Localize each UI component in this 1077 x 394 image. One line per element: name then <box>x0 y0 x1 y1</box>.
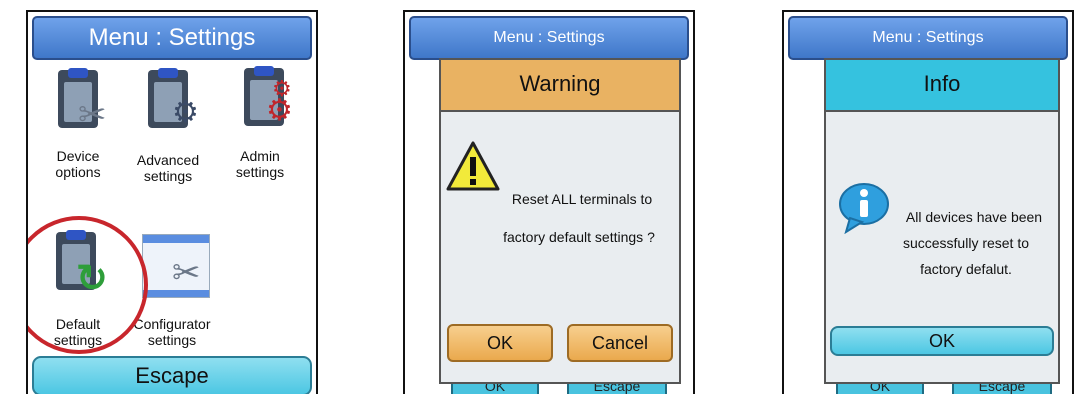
dialog-title: Warning <box>441 60 679 112</box>
warning-screen: Menu : Settings OK Escape Warning Reset … <box>403 10 695 394</box>
warning-message-line2: factory default settings ? <box>503 229 655 245</box>
screen-title: Menu : Settings <box>788 16 1068 60</box>
settings-menu-screen: Menu : Settings ✂ Device options ⚙ Advan… <box>26 10 318 394</box>
cancel-button[interactable]: Cancel <box>567 324 673 362</box>
info-message-line1: All devices have been <box>905 209 1043 225</box>
warning-icon <box>446 141 500 191</box>
escape-button[interactable]: Escape <box>32 356 312 394</box>
dialog-title: Info <box>826 60 1058 112</box>
admin-settings-tile[interactable]: ⚙ ⚙ Admin settings <box>220 66 300 188</box>
info-icon <box>839 183 889 234</box>
info-dialog: Info All devices have been successfully … <box>824 58 1060 384</box>
device-options-tile[interactable]: ✂ Device options <box>38 68 118 188</box>
ok-button[interactable]: OK <box>447 324 553 362</box>
gear-icon: ⚙ <box>172 96 199 129</box>
gear-icon: ⚙ <box>266 94 293 127</box>
warning-message: Reset ALL terminals to <box>511 191 653 207</box>
wrench-icon: ✂ <box>78 96 107 134</box>
advanced-settings-tile[interactable]: ⚙ Advanced settings <box>128 68 208 188</box>
ok-button[interactable]: OK <box>830 326 1054 356</box>
info-screen: Menu : Settings OK Escape Info All devic… <box>782 10 1074 394</box>
screen-title: Menu : Settings <box>32 16 312 60</box>
wrench-icon: ✂ <box>172 254 201 292</box>
info-message-line3: factory defalut. <box>920 261 1012 277</box>
info-message-line2: successfully reset to <box>902 235 1030 251</box>
screen-title: Menu : Settings <box>409 16 689 60</box>
warning-dialog: Warning Reset ALL terminals to factory d… <box>439 58 681 384</box>
